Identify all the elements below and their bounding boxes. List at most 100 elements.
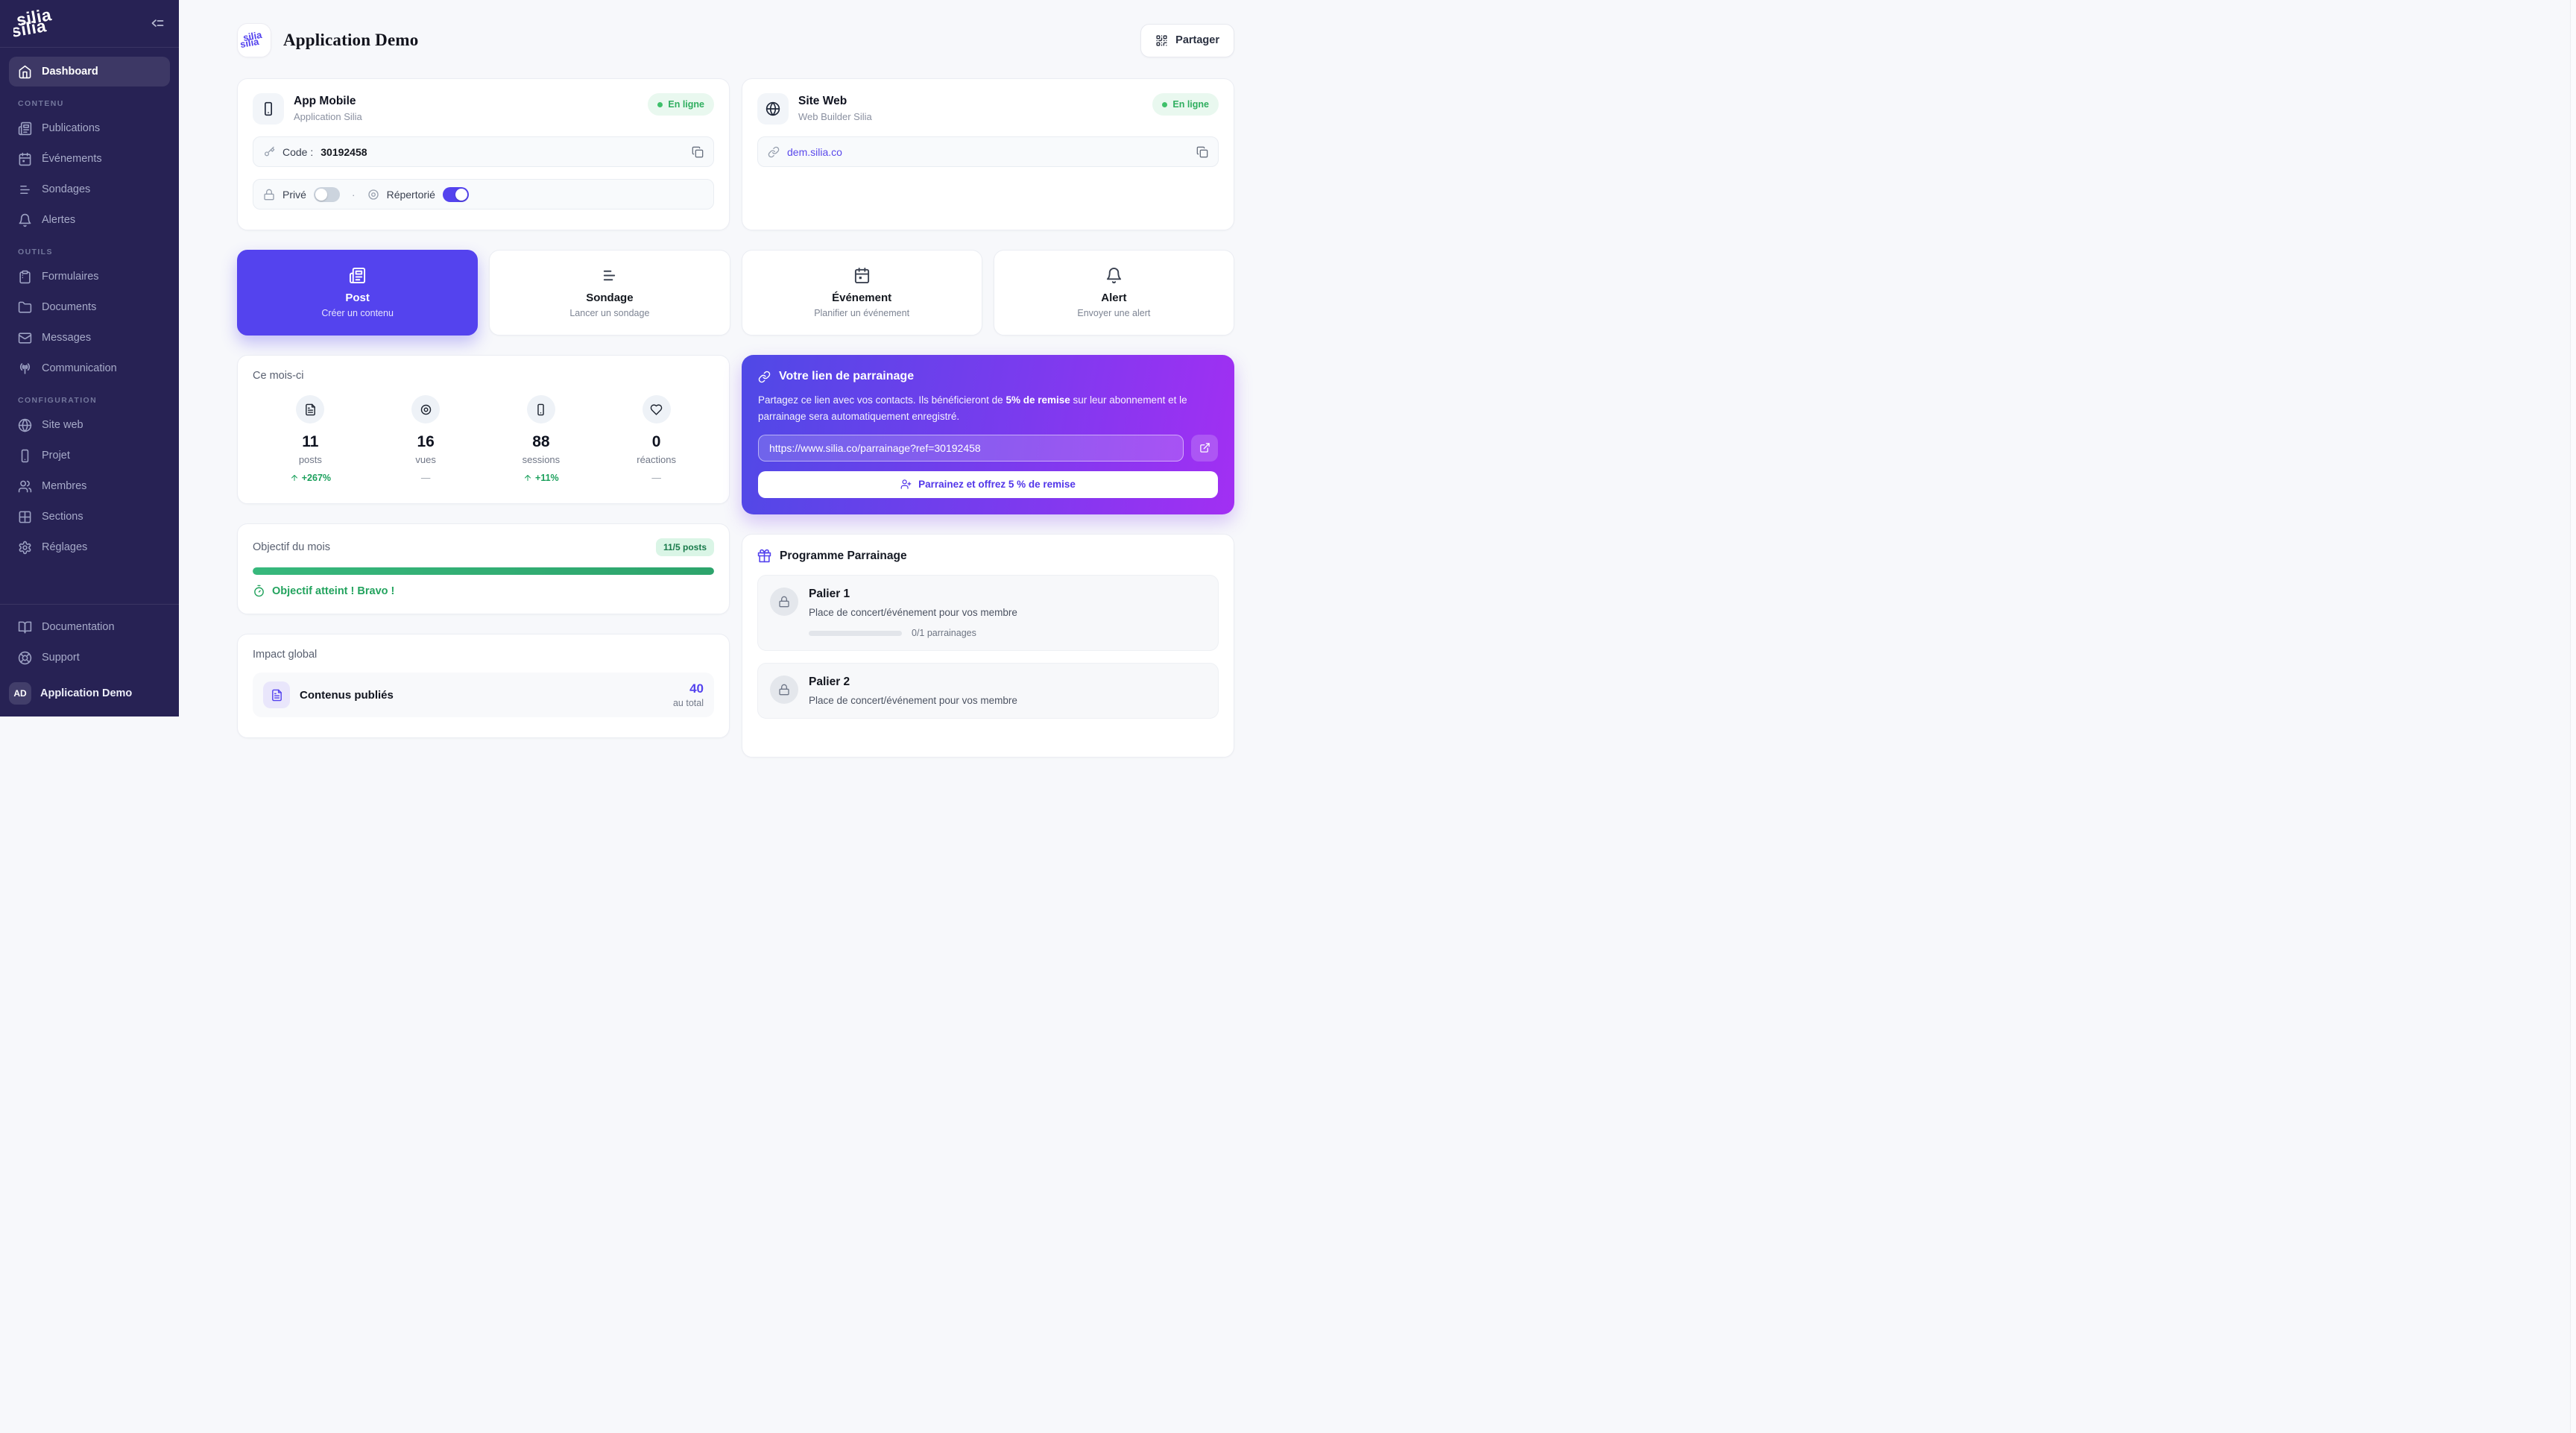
sidebar-item-alertes[interactable]: Alertes xyxy=(9,205,170,235)
app-code-field: Code : 30192458 xyxy=(253,136,714,167)
site-web-card-header: Site Web Web Builder Silia En ligne xyxy=(757,93,1219,125)
toggle-repertorie[interactable] xyxy=(443,187,469,202)
stat-posts: 11 posts +267% xyxy=(253,395,368,483)
stat-label: sessions xyxy=(484,454,599,465)
stat-label: réactions xyxy=(599,454,714,465)
scrollbar[interactable] xyxy=(2570,0,2576,1433)
circle-dot-icon xyxy=(367,189,379,201)
sidebar-item-projet[interactable]: Projet xyxy=(9,441,170,470)
status-badge: En ligne xyxy=(1152,93,1219,116)
impact-row-value-sub: au total xyxy=(673,698,704,708)
app-visibility-row: Privé · Répertorié xyxy=(253,179,714,210)
smartphone-icon xyxy=(527,395,555,423)
sidebar-item-communication[interactable]: Communication xyxy=(9,353,170,383)
sidebar-item-site-web[interactable]: Site web xyxy=(9,410,170,440)
referral-share-button-label: Parrainez et offrez 5 % de remise xyxy=(918,479,1076,490)
sidebar-item-evenements[interactable]: Événements xyxy=(9,144,170,174)
stat-trend: — xyxy=(599,473,714,483)
stats-grid: 11 posts +267% 16 vues — xyxy=(253,395,714,483)
sidebar-item-label: Communication xyxy=(42,362,117,374)
action-title: Événement xyxy=(832,292,891,304)
site-web-subtitle: Web Builder Silia xyxy=(798,111,872,122)
status-cards-row: App Mobile Application Silia En ligne Co… xyxy=(237,78,1234,230)
app-mobile-card: App Mobile Application Silia En ligne Co… xyxy=(237,78,730,230)
calendar-icon xyxy=(853,267,871,284)
globe-icon xyxy=(757,93,789,125)
sidebar-item-reglages[interactable]: Réglages xyxy=(9,532,170,562)
grid-icon xyxy=(18,510,32,524)
share-button-label: Partager xyxy=(1175,34,1219,46)
impact-row: Contenus publiés 40 au total xyxy=(253,673,714,717)
action-evenement[interactable]: Événement Planifier un événement xyxy=(742,250,982,336)
action-subtitle: Planifier un événement xyxy=(814,308,909,318)
avatar: AD xyxy=(9,682,31,705)
stat-label: posts xyxy=(253,454,368,465)
action-title: Alert xyxy=(1101,292,1126,304)
smartphone-icon xyxy=(253,93,284,125)
sidebar-item-support[interactable]: Support xyxy=(9,643,170,673)
key-icon xyxy=(263,146,275,158)
app-mobile-subtitle: Application Silia xyxy=(294,111,362,122)
site-link-field: dem.silia.co xyxy=(757,136,1219,167)
referral-url-row: https://www.silia.co/parrainage?ref=3019… xyxy=(758,435,1218,462)
left-column: Ce mois-ci 11 posts +267% 16 xyxy=(237,355,730,738)
referral-url-input[interactable]: https://www.silia.co/parrainage?ref=3019… xyxy=(758,435,1184,462)
month-stats-card: Ce mois-ci 11 posts +267% 16 xyxy=(237,355,730,504)
page-header: silia silia Application Demo Partager xyxy=(237,22,1234,58)
newspaper-icon xyxy=(18,122,32,136)
action-post[interactable]: Post Créer un contenu xyxy=(237,250,478,336)
action-sondage[interactable]: Sondage Lancer un sondage xyxy=(489,250,730,336)
sidebar-item-membres[interactable]: Membres xyxy=(9,471,170,501)
radio-tower-icon xyxy=(18,362,32,376)
stat-label: vues xyxy=(368,454,484,465)
bell-icon xyxy=(1105,267,1123,284)
copy-icon[interactable] xyxy=(692,146,704,158)
sidebar-item-documents[interactable]: Documents xyxy=(9,292,170,322)
gift-icon xyxy=(757,549,771,563)
sidebar-item-label: Messages xyxy=(42,332,91,344)
app-mobile-card-header: App Mobile Application Silia En ligne xyxy=(253,93,714,125)
qr-code-icon xyxy=(1155,34,1168,47)
sidebar-item-documentation[interactable]: Documentation xyxy=(9,612,170,642)
sidebar-item-formulaires[interactable]: Formulaires xyxy=(9,262,170,292)
app-logo-icon: silia silia xyxy=(237,23,271,57)
goal-badge: 11/5 posts xyxy=(656,538,714,556)
action-alert[interactable]: Alert Envoyer une alert xyxy=(994,250,1234,336)
goal-header: Objectif du mois 11/5 posts xyxy=(253,538,714,556)
calendar-icon xyxy=(18,152,32,166)
share-button[interactable]: Partager xyxy=(1140,24,1234,57)
tier-progress-row: 0/1 parrainages xyxy=(809,628,1017,638)
account-switcher[interactable]: AD Application Demo xyxy=(0,673,179,716)
sidebar-item-dashboard[interactable]: Dashboard xyxy=(9,57,170,86)
lock-icon xyxy=(770,588,798,616)
copy-icon[interactable] xyxy=(1196,146,1208,158)
stat-value: 16 xyxy=(368,433,484,451)
sidebar-item-label: Membres xyxy=(42,480,86,492)
referral-program-card: Programme Parrainage Palier 1 Place de c… xyxy=(742,534,1234,758)
online-dot xyxy=(1162,102,1167,107)
sidebar-item-label: Alertes xyxy=(42,214,75,226)
referral-share-button[interactable]: Parrainez et offrez 5 % de remise xyxy=(758,471,1218,498)
sidebar-item-sections[interactable]: Sections xyxy=(9,502,170,532)
site-web-title: Site Web xyxy=(798,93,872,108)
dashboard-columns: Ce mois-ci 11 posts +267% 16 xyxy=(237,355,1234,758)
goal-title: Objectif du mois xyxy=(253,541,330,553)
page-title: Application Demo xyxy=(283,31,418,50)
link-icon xyxy=(758,371,771,383)
open-link-button[interactable] xyxy=(1191,435,1218,462)
logo-wordmark-echo: silia xyxy=(239,36,260,50)
sidebar-item-label: Dashboard xyxy=(42,66,98,78)
sidebar-item-sondages[interactable]: Sondages xyxy=(9,174,170,204)
goal-message: Objectif atteint ! Bravo ! xyxy=(253,585,714,597)
sidebar-collapse-icon[interactable] xyxy=(150,16,165,31)
globe-icon xyxy=(18,418,32,432)
tier-progress-label: 0/1 parrainages xyxy=(912,628,976,638)
site-link[interactable]: dem.silia.co xyxy=(787,146,842,158)
goal-progress-track xyxy=(253,567,714,575)
toggle-prive[interactable] xyxy=(314,187,340,202)
stat-trend: +267% xyxy=(253,473,368,483)
sidebar-section-configuration: CONFIGURATION xyxy=(18,396,161,405)
sidebar-item-messages[interactable]: Messages xyxy=(9,323,170,353)
impact-title: Impact global xyxy=(253,649,714,661)
sidebar-item-publications[interactable]: Publications xyxy=(9,113,170,143)
